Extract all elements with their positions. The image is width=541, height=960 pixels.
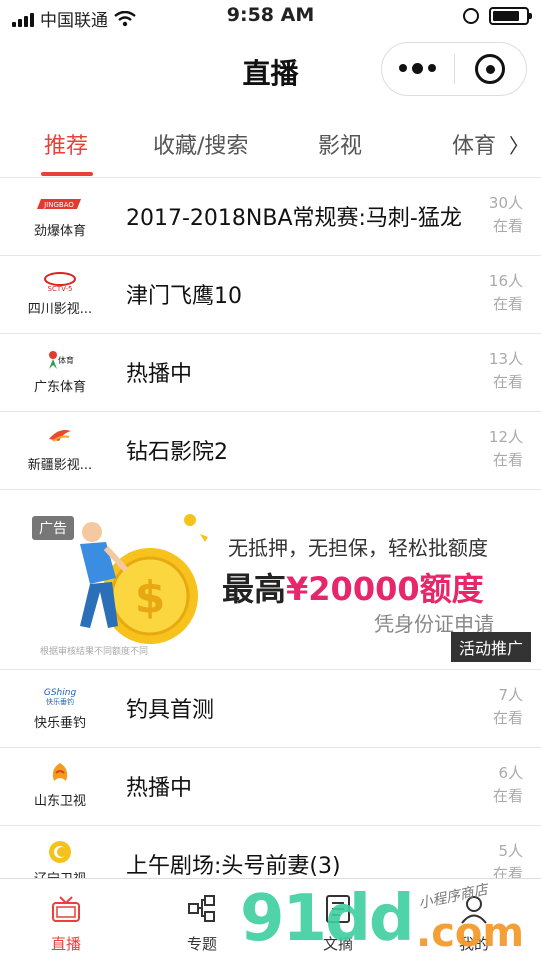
svg-text:GShing: GShing xyxy=(44,688,77,698)
program-title: 热播中 xyxy=(126,362,193,387)
digest-icon xyxy=(288,893,388,925)
shandong-tv-logo-icon xyxy=(22,762,98,786)
tabbar-label: 我的 xyxy=(458,935,489,953)
ad-highlight-prefix: 最高 xyxy=(222,570,287,608)
nav-bar: 直播 xyxy=(0,36,541,104)
channel-logo: GShing 快乐垂钓 快乐垂钓 xyxy=(22,684,98,731)
viewer-count: 13人 在看 xyxy=(489,348,523,394)
program-title: 2017-2018NBA常规赛:马刺-猛龙 xyxy=(126,206,462,231)
ad-tag-label: 广告 xyxy=(32,516,74,540)
tabbar-label: 直播 xyxy=(50,935,81,953)
happy-fishing-logo-icon: GShing 快乐垂钓 xyxy=(22,684,98,708)
channel-logo: SCTV-5 四川影视... xyxy=(22,270,98,317)
bottom-tab-bar: 直播 专题 文摘 我的 xyxy=(0,878,541,960)
channel-row[interactable]: 体育 广东体育 热播中 13人 在看 xyxy=(0,334,541,412)
viewer-status: 在看 xyxy=(492,373,523,391)
tab-movies[interactable]: 影视 xyxy=(318,128,362,160)
viewer-number: 30人 xyxy=(488,194,523,212)
program-title: 热播中 xyxy=(126,776,193,801)
tv-icon xyxy=(16,893,116,925)
alarm-icon xyxy=(463,8,479,24)
ad-highlight-amount: ¥20000额度 xyxy=(286,570,484,608)
status-bar: 中国联通 9:58 AM xyxy=(0,0,541,36)
tabbar-label: 文摘 xyxy=(322,935,353,953)
channel-logo-name: 快乐垂钓 xyxy=(33,716,86,731)
ad-disclaimer: 根据审核结果不同额度不同 xyxy=(40,647,149,657)
battery-icon xyxy=(489,7,532,25)
close-circle-icon xyxy=(475,54,506,84)
svg-text:体育: 体育 xyxy=(58,355,74,365)
tab-sports[interactable]: 体育 xyxy=(452,128,496,160)
channel-row[interactable]: JINGBAO 劲爆体育 2017-2018NBA常规赛:马刺-猛龙 30人 在… xyxy=(0,178,541,256)
tabbar-item-mine[interactable]: 我的 xyxy=(424,893,524,954)
jingbao-logo-icon: JINGBAO xyxy=(22,192,98,216)
channel-logo: 体育 广东体育 xyxy=(22,348,98,395)
channel-logo: JINGBAO 劲爆体育 xyxy=(22,192,98,239)
category-tabs: 推荐 收藏/搜索 影视 体育 〉 xyxy=(0,112,541,178)
xinjiang-logo-icon xyxy=(22,426,98,450)
close-miniprogram-button[interactable] xyxy=(455,54,527,84)
status-right xyxy=(463,7,532,25)
channel-logo: 新疆影视... xyxy=(22,426,98,473)
tab-recommend[interactable]: 推荐 xyxy=(44,128,88,160)
viewer-number: 7人 xyxy=(498,686,523,704)
svg-text:$: $ xyxy=(135,572,166,623)
viewer-number: 6人 xyxy=(498,764,523,782)
ad-highlight: 最高¥20000额度 xyxy=(222,564,484,610)
ad-headline: 无抵押，无担保，轻松批额度 xyxy=(228,536,488,560)
viewer-count: 12人 在看 xyxy=(489,426,523,472)
coin-illustration-icon: $ xyxy=(80,514,208,644)
tabbar-item-topics[interactable]: 专题 xyxy=(152,893,252,954)
program-title: 津门飞鹰10 xyxy=(126,284,242,309)
guangdong-sports-logo-icon: 体育 xyxy=(22,348,98,372)
channel-row[interactable]: GShing 快乐垂钓 快乐垂钓 钓具首测 7人 在看 xyxy=(0,670,541,748)
channel-logo-name: 四川影视... xyxy=(27,302,93,317)
viewer-status: 在看 xyxy=(492,451,523,469)
viewer-status: 在看 xyxy=(492,217,523,235)
viewer-status: 在看 xyxy=(492,787,523,805)
ad-banner[interactable]: $ 广告 无抵押，无担保，轻松批额度 最高¥20000额度 凭身份证申请 活动推… xyxy=(0,490,541,670)
svg-text:JINGBAO: JINGBAO xyxy=(43,201,74,209)
viewer-status: 在看 xyxy=(492,295,523,313)
status-time: 9:58 AM xyxy=(226,4,315,26)
chevron-right-icon[interactable]: 〉 xyxy=(509,130,529,159)
user-icon xyxy=(424,893,524,925)
viewer-number: 5人 xyxy=(498,842,523,860)
viewer-count: 7人 在看 xyxy=(493,684,523,730)
viewer-number: 13人 xyxy=(488,350,523,368)
sctv5-logo-icon: SCTV-5 xyxy=(22,270,98,294)
channel-list: JINGBAO 劲爆体育 2017-2018NBA常规赛:马刺-猛龙 30人 在… xyxy=(0,178,541,904)
channel-row[interactable]: SCTV-5 四川影视... 津门飞鹰10 16人 在看 xyxy=(0,256,541,334)
channel-row[interactable]: 新疆影视... 钻石影院2 12人 在看 xyxy=(0,412,541,490)
program-title: 钻石影院2 xyxy=(126,440,228,465)
program-title: 上午剧场:头号前妻(3) xyxy=(126,854,341,879)
tabbar-item-live[interactable]: 直播 xyxy=(16,893,116,954)
topics-icon xyxy=(152,893,252,925)
program-title: 钓具首测 xyxy=(126,698,215,723)
tab-favorites-search[interactable]: 收藏/搜索 xyxy=(153,128,248,160)
viewer-number: 16人 xyxy=(488,272,523,290)
miniprogram-capsule xyxy=(381,42,527,96)
channel-logo-name: 广东体育 xyxy=(33,380,86,395)
viewer-count: 6人 在看 xyxy=(493,762,523,808)
liaoning-tv-logo-icon xyxy=(22,840,98,864)
channel-logo-name: 山东卫视 xyxy=(33,794,86,809)
channel-logo-name: 新疆影视... xyxy=(27,458,93,473)
viewer-status: 在看 xyxy=(492,709,523,727)
svg-text:SCTV-5: SCTV-5 xyxy=(48,285,73,293)
svg-text:快乐垂钓: 快乐垂钓 xyxy=(46,697,74,706)
more-menu-icon[interactable] xyxy=(382,62,454,74)
channel-logo-name: 劲爆体育 xyxy=(33,224,86,239)
tabbar-label: 专题 xyxy=(186,935,217,953)
ad-cta-button[interactable]: 活动推广 xyxy=(450,632,531,662)
channel-logo: 山东卫视 xyxy=(22,762,98,809)
tabbar-item-digest[interactable]: 文摘 xyxy=(288,893,388,954)
viewer-count: 30人 在看 xyxy=(489,192,523,238)
channel-row[interactable]: 山东卫视 热播中 6人 在看 xyxy=(0,748,541,826)
active-tab-indicator xyxy=(41,172,93,176)
viewer-number: 12人 xyxy=(488,428,523,446)
viewer-count: 16人 在看 xyxy=(489,270,523,316)
